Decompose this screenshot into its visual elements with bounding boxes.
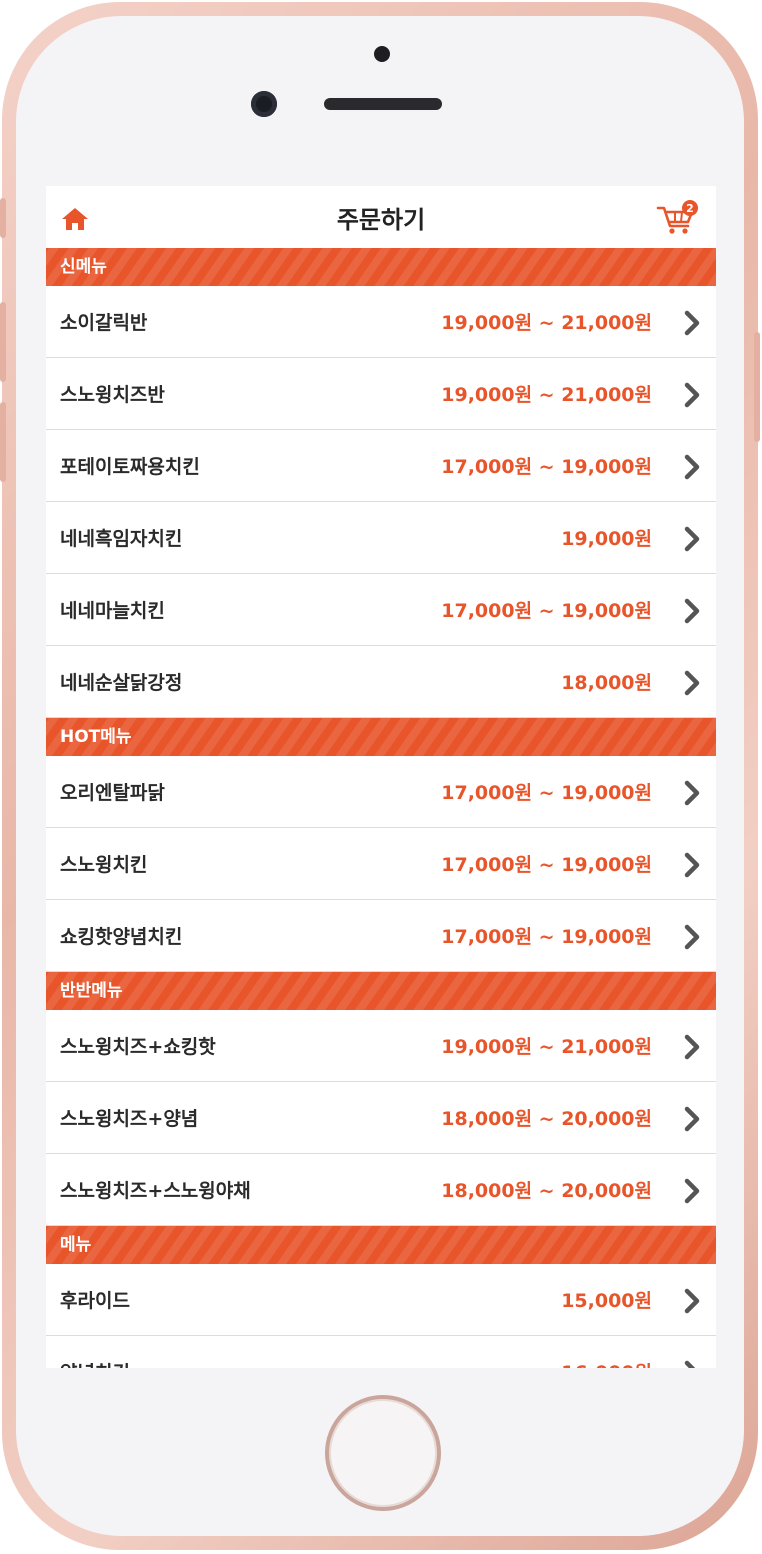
- menu-item[interactable]: 후라이드 15,000원: [46, 1264, 716, 1336]
- menu-item-price: 18,000원: [561, 672, 652, 694]
- chevron-right-icon: [684, 1288, 700, 1314]
- cart-badge: 2: [686, 202, 694, 215]
- chevron-right-icon: [684, 1034, 700, 1060]
- menu-item-price: 19,000원: [561, 528, 652, 550]
- menu-item-name: 양념치킨: [60, 1358, 130, 1368]
- section-header: 반반메뉴: [46, 972, 716, 1010]
- chevron-right-icon: [684, 670, 700, 696]
- menu-item[interactable]: 포테이토짜용치킨 17,000원 ~ 19,000원: [46, 430, 716, 502]
- volume-down-button: [0, 402, 6, 482]
- front-camera: [251, 91, 277, 117]
- menu-item-name: 네네순살닭강정: [60, 672, 183, 694]
- proximity-sensor: [374, 46, 390, 62]
- menu-item-price: 16,000원: [561, 1358, 652, 1368]
- chevron-right-icon: [684, 382, 700, 408]
- section-header: 메뉴: [46, 1226, 716, 1264]
- menu-item-name: 오리엔탈파닭: [60, 782, 165, 804]
- menu-item-price: 15,000원: [561, 1290, 652, 1312]
- power-button: [754, 332, 760, 442]
- chevron-right-icon: [684, 1106, 700, 1132]
- menu-item-price: 19,000원 ~ 21,000원: [441, 384, 652, 406]
- menu-item-name: 스노윙치킨: [60, 854, 148, 876]
- menu-item[interactable]: 스노윙치즈반 19,000원 ~ 21,000원: [46, 358, 716, 430]
- menu-item-name: 네네마늘치킨: [60, 600, 165, 622]
- app-header: 주문하기 2: [46, 186, 716, 248]
- menu-item[interactable]: 네네순살닭강정 18,000원: [46, 646, 716, 718]
- menu-item-price: 17,000원 ~ 19,000원: [441, 926, 652, 948]
- chevron-right-icon: [684, 780, 700, 806]
- silent-switch: [0, 198, 6, 238]
- menu-item-name: 소이갈릭반: [60, 312, 148, 334]
- menu-item-name: 스노윙치즈+양념: [60, 1108, 199, 1130]
- chevron-right-icon: [684, 852, 700, 878]
- chevron-right-icon: [684, 924, 700, 950]
- section-header: 신메뉴: [46, 248, 716, 286]
- menu-item[interactable]: 오리엔탈파닭 17,000원 ~ 19,000원: [46, 756, 716, 828]
- section-header: HOT메뉴: [46, 718, 716, 756]
- earpiece-speaker: [324, 98, 442, 110]
- menu-item-name: 스노윙치즈반: [60, 384, 165, 406]
- menu-item-price: 17,000원 ~ 19,000원: [441, 600, 652, 622]
- chevron-right-icon: [684, 526, 700, 552]
- cart-icon[interactable]: 2: [656, 200, 702, 236]
- menu-item-name: 스노윙치즈+스노윙야채: [60, 1180, 251, 1202]
- menu-item-price: 18,000원 ~ 20,000원: [441, 1180, 652, 1202]
- menu-item[interactable]: 스노윙치즈+스노윙야채 18,000원 ~ 20,000원: [46, 1154, 716, 1226]
- menu-item[interactable]: 쇼킹핫양념치킨 17,000원 ~ 19,000원: [46, 900, 716, 972]
- chevron-right-icon: [684, 1360, 696, 1368]
- volume-up-button: [0, 302, 6, 382]
- menu-item-price: 17,000원 ~ 19,000원: [441, 456, 652, 478]
- menu-item-name: 네네흑임자치킨: [60, 528, 183, 550]
- menu-item[interactable]: 양념치킨 16,000원: [46, 1336, 716, 1368]
- menu-item-price: 17,000원 ~ 19,000원: [441, 782, 652, 804]
- menu-item-price: 19,000원 ~ 21,000원: [441, 1036, 652, 1058]
- menu-item[interactable]: 스노윙치킨 17,000원 ~ 19,000원: [46, 828, 716, 900]
- chevron-right-icon: [684, 598, 700, 624]
- menu-item[interactable]: 스노윙치즈+양념 18,000원 ~ 20,000원: [46, 1082, 716, 1154]
- menu-item[interactable]: 네네마늘치킨 17,000원 ~ 19,000원: [46, 574, 716, 646]
- menu-item[interactable]: 소이갈릭반 19,000원 ~ 21,000원: [46, 286, 716, 358]
- menu-item-name: 포테이토짜용치킨: [60, 456, 200, 478]
- menu-item-name: 스노윙치즈+쇼킹핫: [60, 1036, 216, 1058]
- menu-item-name: 후라이드: [60, 1290, 130, 1312]
- menu-list: 신메뉴 소이갈릭반 19,000원 ~ 21,000원 스노윙치즈반 19,000원 ~…: [46, 248, 716, 1368]
- menu-item-price: 19,000원 ~ 21,000원: [441, 312, 652, 334]
- home-button[interactable]: [325, 1395, 441, 1511]
- menu-item-name: 쇼킹핫양념치킨: [60, 926, 183, 948]
- chevron-right-icon: [684, 310, 700, 336]
- page-title: 주문하기: [336, 206, 426, 234]
- app-screen: 주문하기 2 신메뉴 소이갈릭반 19,000원 ~ 21,000원 스노윙치즈반 19…: [46, 186, 716, 1368]
- menu-item-price: 17,000원 ~ 19,000원: [441, 854, 652, 876]
- menu-item[interactable]: 네네흑임자치킨 19,000원: [46, 502, 716, 574]
- chevron-right-icon: [684, 454, 700, 480]
- menu-item[interactable]: 스노윙치즈+쇼킹핫 19,000원 ~ 21,000원: [46, 1010, 716, 1082]
- menu-item-price: 18,000원 ~ 20,000원: [441, 1108, 652, 1130]
- chevron-right-icon: [684, 1178, 700, 1204]
